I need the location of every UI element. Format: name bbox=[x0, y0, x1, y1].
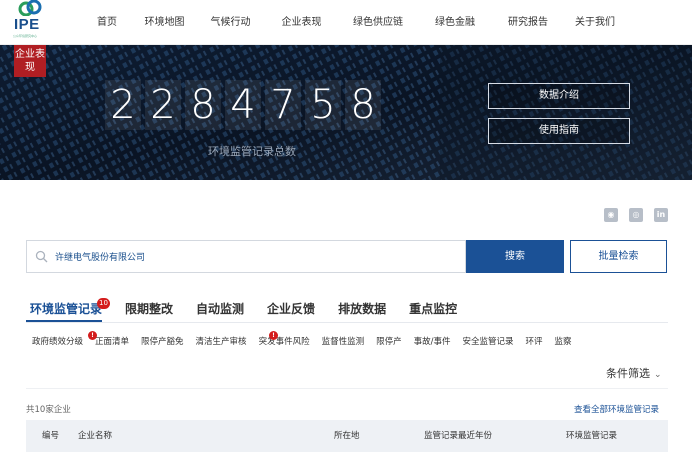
data-intro-button[interactable]: 数据介绍 bbox=[488, 83, 630, 109]
subtab-government-grading[interactable]: 政府绩效分级 bbox=[32, 335, 83, 347]
main-nav: 首页 环境地图 气候行动 企业表现 绿色供应链 绿色金融 研究报告 关于我们 bbox=[80, 0, 625, 45]
tab-deadline-rectification[interactable]: 限期整改 bbox=[125, 300, 173, 317]
subtab-eia[interactable]: 环评 bbox=[526, 335, 543, 347]
subtab-accidents[interactable]: 事故/事件 bbox=[414, 335, 451, 347]
tab-environment-records[interactable]: 环境监管记录 bbox=[30, 300, 102, 317]
record-counter: 2 2 8 4 7 5 8 bbox=[105, 80, 385, 130]
active-tab-indicator bbox=[26, 320, 102, 322]
nav-climate-action[interactable]: 气候行动 bbox=[195, 0, 266, 45]
column-header-records[interactable]: 环境监管记录 bbox=[566, 420, 617, 452]
counter-digit: 7 bbox=[265, 80, 301, 130]
search-button[interactable]: 搜索 bbox=[466, 240, 564, 273]
tab-auto-monitoring[interactable]: 自动监测 bbox=[196, 300, 244, 317]
chevron-down-icon: ⌄ bbox=[654, 370, 662, 380]
linkedin-icon[interactable]: in bbox=[654, 208, 668, 222]
tab-key-monitoring[interactable]: 重点监控 bbox=[409, 300, 457, 317]
hero-banner: 企业表现 2 2 8 4 7 5 8 环境监管记录总数 数据介绍 使用指南 bbox=[0, 45, 692, 180]
subtab-alert-badge: ! bbox=[88, 331, 97, 340]
nav-environment-map[interactable]: 环境地图 bbox=[134, 0, 195, 45]
nav-about-us[interactable]: 关于我们 bbox=[565, 0, 625, 45]
search-box bbox=[26, 240, 466, 273]
subtab-inspection[interactable]: 监察 bbox=[555, 335, 572, 347]
counter-digit: 4 bbox=[225, 80, 261, 130]
view-all-records-link[interactable]: 查看全部环境监管记录 bbox=[574, 403, 659, 415]
nav-green-supply-chain[interactable]: 绿色供应链 bbox=[337, 0, 419, 45]
nav-home[interactable]: 首页 bbox=[80, 0, 134, 45]
nav-research-reports[interactable]: 研究报告 bbox=[491, 0, 565, 45]
subtab-safety-records[interactable]: 安全监管记录 bbox=[462, 335, 513, 347]
column-header-number[interactable]: 编号 bbox=[42, 420, 59, 452]
counter-digit: 2 bbox=[145, 80, 181, 130]
logo-swirl-icon bbox=[18, 0, 42, 16]
nav-corporate-performance[interactable]: 企业表现 bbox=[266, 0, 337, 45]
search-icon bbox=[35, 250, 48, 263]
subtab-clean-production-audit[interactable]: 清洁生产审核 bbox=[196, 335, 247, 347]
subtab-supervisory-monitoring[interactable]: 监督性监测 bbox=[322, 335, 365, 347]
logo-subtext: 公众环境研究中心 bbox=[13, 34, 38, 38]
tabs-divider bbox=[26, 322, 668, 323]
batch-search-button[interactable]: 批量检索 bbox=[570, 240, 667, 273]
subtab-production-suspension[interactable]: 限停产 bbox=[376, 335, 402, 347]
result-count: 共10家企业 bbox=[26, 405, 71, 415]
logo-text: IPE bbox=[14, 16, 40, 33]
filter-label: 条件筛选 bbox=[606, 367, 650, 380]
records-count-badge: 10 bbox=[97, 298, 110, 309]
subtab-alert-badge: ! bbox=[269, 331, 278, 340]
corner-tag: 企业表现 bbox=[14, 45, 46, 77]
counter-digit: 8 bbox=[345, 80, 381, 130]
subtab-suspension-exemption[interactable]: 限停产豁免 bbox=[141, 335, 184, 347]
tab-emission-data[interactable]: 排放数据 bbox=[338, 300, 386, 317]
section-divider bbox=[26, 388, 668, 389]
counter-digit: 2 bbox=[105, 80, 141, 130]
subtab-positive-list[interactable]: 正面清单 bbox=[95, 335, 129, 347]
counter-label: 环境监管记录总数 bbox=[208, 145, 296, 158]
wechat-icon[interactable]: ◉ bbox=[604, 208, 618, 222]
table-header: 编号 企业名称 所在地 监管记录最近年份 环境监管记录 bbox=[26, 420, 668, 452]
column-header-company[interactable]: 企业名称 bbox=[78, 420, 112, 452]
filter-toggle[interactable]: 条件筛选 ⌄ bbox=[606, 365, 662, 381]
nav-green-finance[interactable]: 绿色金融 bbox=[419, 0, 491, 45]
tab-company-feedback[interactable]: 企业反馈 bbox=[267, 300, 315, 317]
weibo-icon[interactable]: ◎ bbox=[629, 208, 643, 222]
column-header-location[interactable]: 所在地 bbox=[334, 420, 360, 452]
counter-digit: 5 bbox=[305, 80, 341, 130]
record-subtabs: 政府绩效分级 正面清单 限停产豁免 清洁生产审核 突发事件风险 监督性监测 限停… bbox=[32, 335, 584, 347]
column-header-latest-year[interactable]: 监管记录最近年份 bbox=[424, 420, 492, 452]
subtab-emergency-risk[interactable]: 突发事件风险 bbox=[259, 335, 310, 347]
ipe-logo[interactable]: IPE 公众环境研究中心 bbox=[8, 0, 54, 44]
top-header: IPE 公众环境研究中心 首页 环境地图 气候行动 企业表现 绿色供应链 绿色金… bbox=[0, 0, 692, 45]
company-search-input[interactable] bbox=[55, 241, 455, 272]
user-guide-button[interactable]: 使用指南 bbox=[488, 118, 630, 144]
counter-digit: 8 bbox=[185, 80, 221, 130]
